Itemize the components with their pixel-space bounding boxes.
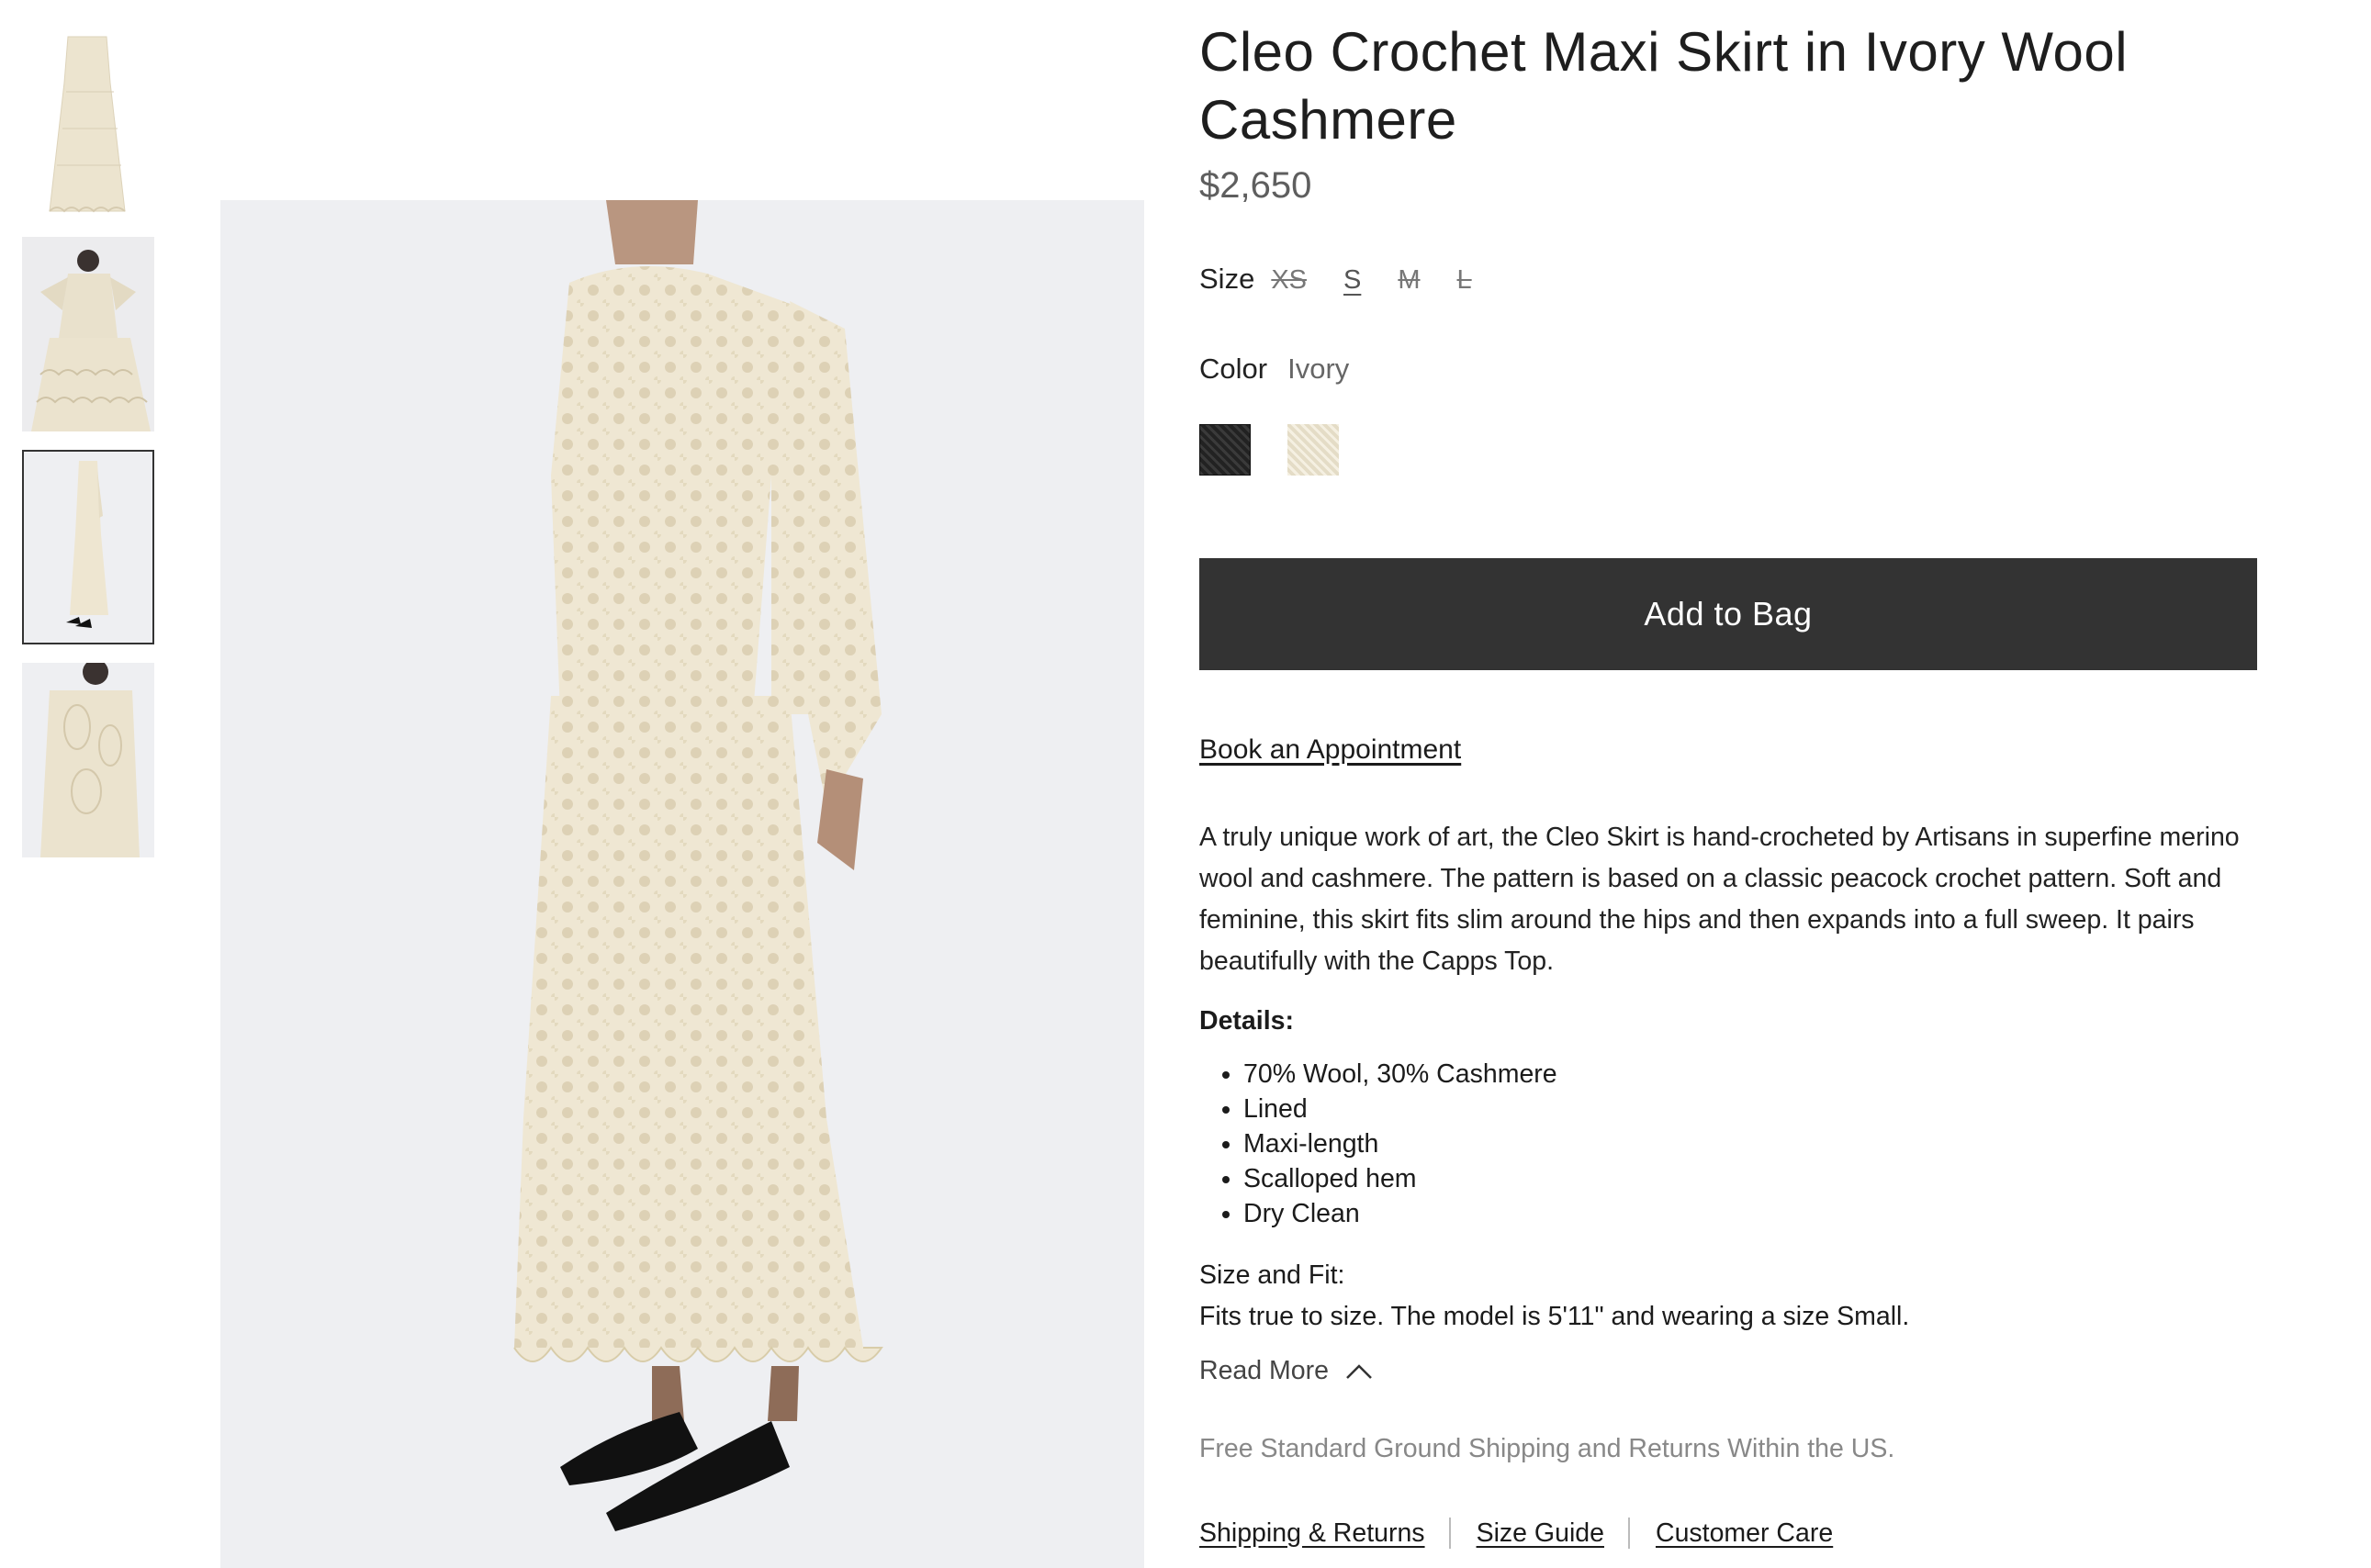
size-option-xs[interactable]: XS <box>1271 265 1307 296</box>
product-page: Cleo Crochet Maxi Skirt in Ivory Wool Ca… <box>0 0 2371 1568</box>
link-divider <box>1627 1518 1630 1549</box>
model-side-image <box>24 452 152 643</box>
model-closeup-image <box>22 663 154 857</box>
size-option-l[interactable]: L <box>1457 265 1472 296</box>
shipping-note: Free Standard Ground Shipping and Return… <box>1199 1434 1895 1463</box>
product-info: Cleo Crochet Maxi Skirt in Ivory Wool Ca… <box>1199 18 2261 1549</box>
details-item: 70% Wool, 30% Cashmere <box>1243 1057 2261 1092</box>
model-seated-image <box>22 237 154 431</box>
details-item: Maxi-length <box>1243 1126 2261 1161</box>
thumbnail-model-closeup[interactable] <box>22 663 154 857</box>
chevron-up-icon <box>1346 1363 1372 1379</box>
swatch-black[interactable] <box>1199 424 1251 476</box>
size-selector: Size XS S M L <box>1199 263 2261 296</box>
size-fit-heading: Size and Fit: <box>1199 1260 1345 1290</box>
details-list: 70% Wool, 30% Cashmere Lined Maxi-length… <box>1199 1057 2261 1231</box>
model-wearing-skirt-image <box>220 200 1144 1568</box>
thumbnail-model-side[interactable] <box>22 450 154 644</box>
product-title: Cleo Crochet Maxi Skirt in Ivory Wool Ca… <box>1199 21 2129 151</box>
size-fit-text: Fits true to size. The model is 5'11" an… <box>1199 1302 1910 1331</box>
shipping-returns-link[interactable]: Shipping & Returns <box>1199 1518 1425 1549</box>
info-links: Shipping & Returns Size Guide Customer C… <box>1199 1518 2261 1549</box>
color-swatches <box>1199 424 2261 476</box>
main-product-image[interactable] <box>220 200 1144 1568</box>
size-guide-link[interactable]: Size Guide <box>1477 1518 1604 1549</box>
customer-care-link[interactable]: Customer Care <box>1656 1518 1833 1549</box>
book-appointment-link[interactable]: Book an Appointment <box>1199 734 1461 766</box>
size-option-m[interactable]: M <box>1398 265 1420 296</box>
details-heading: Details: <box>1199 1006 1294 1036</box>
product-description: A truly unique work of art, the Cleo Ski… <box>1199 823 2240 976</box>
add-to-bag-button[interactable]: Add to Bag <box>1199 558 2257 670</box>
thumbnail-skirt-flat[interactable] <box>22 28 154 222</box>
color-label: Color <box>1199 353 1268 385</box>
skirt-flat-image <box>49 36 126 213</box>
details-item: Lined <box>1243 1092 2261 1126</box>
thumbnail-model-seated[interactable] <box>22 237 154 431</box>
size-option-s[interactable]: S <box>1343 265 1361 296</box>
details-item: Scalloped hem <box>1243 1161 2261 1196</box>
product-price: $2,650 <box>1199 165 1312 206</box>
swatch-ivory[interactable] <box>1287 424 1339 476</box>
link-divider <box>1448 1518 1451 1549</box>
read-more-label: Read More <box>1199 1356 1329 1385</box>
read-more-toggle[interactable]: Read More <box>1199 1356 2261 1386</box>
details-item: Dry Clean <box>1243 1196 2261 1231</box>
size-label: Size <box>1199 263 1255 295</box>
color-value: Ivory <box>1287 353 1350 385</box>
color-selector: Color Ivory <box>1199 353 2261 386</box>
